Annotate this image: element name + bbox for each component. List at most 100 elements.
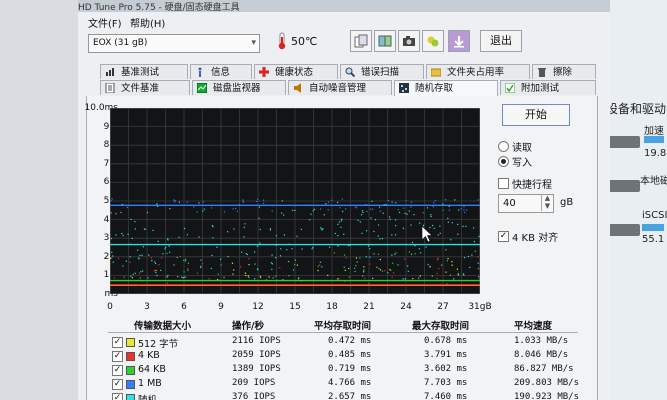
data-point [472, 227, 475, 229]
data-point [121, 232, 123, 235]
data-point [434, 199, 436, 202]
data-point [174, 199, 177, 202]
drive-icon [610, 224, 640, 236]
align-4kb-checkbox[interactable]: ✓ [498, 231, 509, 242]
side-item: 55.1 G [642, 234, 667, 245]
tab-folder-usage[interactable]: 文件夹占用率 [426, 64, 530, 79]
data-point [395, 202, 397, 204]
tab-health[interactable]: 健康状态 [254, 64, 338, 79]
menu-help[interactable]: 帮助(H) [130, 15, 165, 30]
cell-avg-speed: 190.923 MB/s [514, 392, 580, 400]
data-point [367, 245, 370, 247]
data-point [258, 206, 261, 208]
data-point [202, 210, 204, 212]
data-point [433, 227, 435, 229]
data-point [260, 276, 262, 278]
data-point [227, 255, 229, 258]
read-radio[interactable] [498, 141, 509, 152]
data-point [271, 210, 273, 212]
row-checkbox[interactable]: ✓ [112, 351, 123, 362]
data-point [185, 258, 187, 261]
tab-info[interactable]: 信息 [190, 64, 252, 79]
data-point [196, 272, 199, 274]
tab-disk-monitor[interactable]: 磁盘监视器 [192, 80, 286, 95]
short-stroke-value: 40 [503, 198, 516, 209]
data-point [374, 219, 377, 221]
data-point [155, 271, 157, 274]
data-point [402, 227, 405, 229]
data-point [478, 278, 480, 280]
data-point [381, 270, 384, 272]
row-checkbox[interactable]: ✓ [112, 393, 123, 400]
tab-file-benchmark[interactable]: 文件基准 [100, 80, 190, 95]
tab-erase[interactable]: 擦除 [532, 64, 596, 79]
drive-select[interactable]: EOX (31 gB) ▾ [88, 34, 260, 53]
short-stroke-spinner[interactable]: ▲ ▼ [541, 194, 553, 211]
tab-benchmark[interactable]: 基准测试 [100, 64, 188, 79]
tab-error-scan[interactable]: 错误扫描 [340, 64, 424, 79]
data-point [477, 199, 479, 201]
data-point [407, 270, 409, 272]
data-point [183, 271, 185, 273]
data-point [121, 203, 123, 206]
data-point [287, 243, 290, 245]
write-radio[interactable] [498, 156, 509, 167]
data-point [110, 237, 112, 240]
data-point [271, 268, 273, 270]
tab-noise-management[interactable]: 自动噪音管理 [288, 80, 392, 95]
short-stroke-checkbox[interactable] [498, 178, 509, 189]
data-point [360, 214, 363, 216]
data-point [397, 208, 399, 211]
data-point [463, 209, 465, 211]
screenshot-button[interactable] [398, 30, 420, 52]
data-point [148, 254, 150, 256]
data-point [343, 266, 345, 268]
data-point [319, 264, 321, 266]
x-tick-label: 3 [144, 302, 150, 312]
side-item: 本地磁 [640, 176, 667, 187]
row-checkbox[interactable]: ✓ [112, 337, 123, 348]
exit-button[interactable]: 退出 [480, 30, 522, 52]
start-button[interactable]: 开始 [502, 104, 570, 126]
data-point [223, 211, 226, 213]
series-color-swatch [126, 338, 135, 347]
data-point [248, 276, 250, 278]
data-point [275, 235, 277, 237]
tab-random-access[interactable]: 随机存取 [394, 80, 498, 96]
drive-icon [610, 136, 640, 148]
data-point [200, 265, 202, 268]
data-point [142, 246, 145, 248]
options-icon [427, 36, 439, 47]
data-point [130, 218, 132, 221]
download-button[interactable] [448, 30, 470, 52]
row-checkbox[interactable]: ✓ [112, 365, 123, 376]
data-point [217, 273, 219, 275]
data-point [111, 257, 113, 259]
row-checkbox[interactable]: ✓ [112, 379, 123, 390]
data-point [445, 199, 447, 201]
data-point [259, 242, 261, 244]
data-point [283, 234, 286, 236]
menu-file[interactable]: 文件(F) [88, 15, 122, 30]
data-point [382, 212, 384, 214]
options-button[interactable] [422, 30, 444, 52]
copy-button[interactable] [350, 30, 372, 52]
data-point [137, 249, 139, 251]
tab-extra-tests[interactable]: 附加测试 [500, 80, 596, 95]
x-tick-label: 21 [363, 302, 375, 312]
data-point [271, 254, 273, 256]
data-point [177, 276, 179, 278]
data-point [126, 206, 128, 209]
data-point [300, 228, 302, 231]
series-color-swatch [126, 394, 135, 400]
data-point [354, 206, 357, 208]
save-button[interactable] [374, 30, 396, 52]
data-point [445, 249, 447, 251]
data-point [334, 232, 337, 235]
data-point [429, 226, 431, 229]
data-point [138, 272, 140, 274]
data-point [464, 211, 466, 214]
data-point [130, 275, 132, 277]
data-point [451, 222, 453, 224]
data-point [125, 260, 127, 262]
